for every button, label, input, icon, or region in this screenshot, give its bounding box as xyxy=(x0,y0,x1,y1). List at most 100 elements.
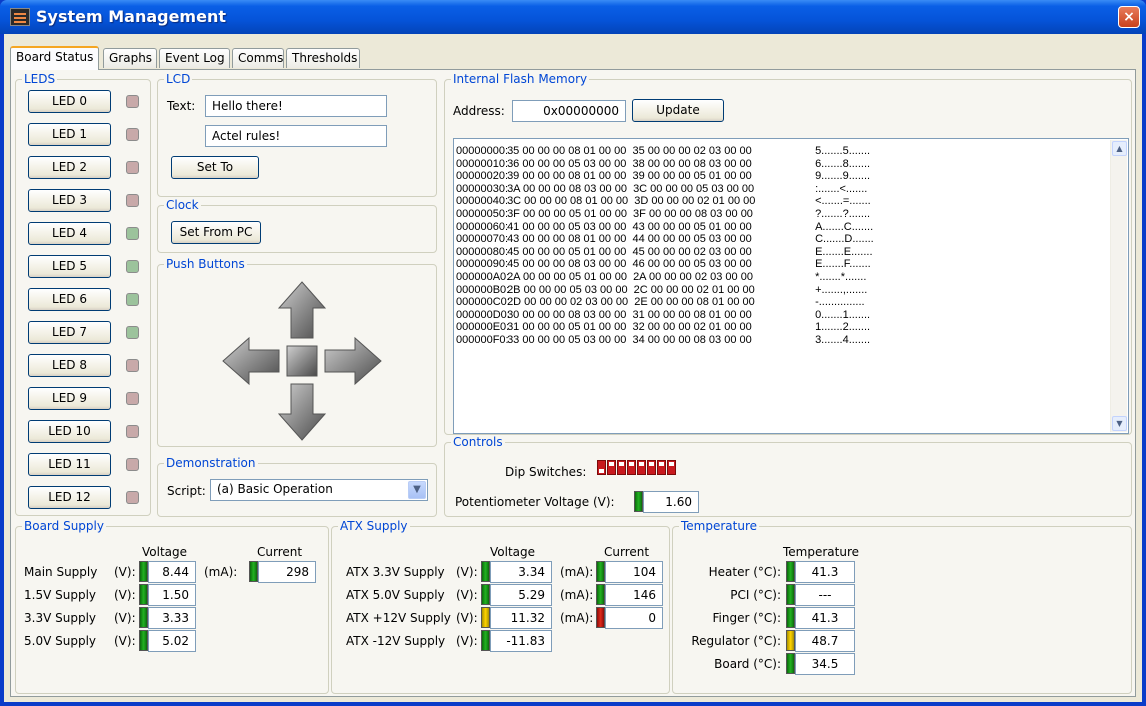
address-input[interactable]: 0x00000000 xyxy=(512,100,626,122)
dip-switch-2[interactable] xyxy=(617,460,626,475)
tab-comms[interactable]: Comms xyxy=(232,48,284,68)
hex-line: 00000060: 41 00 00 00 05 03 00 00 43 00 … xyxy=(456,221,874,234)
hex-ascii: 5.......5....... xyxy=(815,145,871,157)
address-label: Address: xyxy=(453,104,505,118)
vertical-scrollbar[interactable]: ▲ ▼ xyxy=(1110,140,1127,432)
center-square-icon[interactable] xyxy=(286,345,318,377)
led-button-11[interactable]: LED 11 xyxy=(28,453,111,476)
dip-switch-5[interactable] xyxy=(647,460,656,475)
atx-voltage-value: 11.32 xyxy=(490,607,552,629)
board-supply-unit: (V): xyxy=(114,611,136,625)
dip-switch-4[interactable] xyxy=(637,460,646,475)
atx-current-indicator xyxy=(596,607,605,628)
led-indicator-4 xyxy=(126,227,139,240)
hex-bytes: 3C 00 00 00 08 01 00 00 3D 00 00 00 02 0… xyxy=(507,195,756,208)
pot-voltage-value: 1.60 xyxy=(643,491,699,513)
led-button-7[interactable]: LED 7 xyxy=(28,321,111,344)
scroll-down-icon[interactable]: ▼ xyxy=(1112,416,1127,431)
board-current-unit: (mA): xyxy=(204,565,238,579)
hex-dump-view[interactable]: 00000000: 35 00 00 00 08 01 00 00 35 00 … xyxy=(453,138,1129,434)
board-voltage-header: Voltage xyxy=(142,545,188,559)
hex-line: 00000030: 3A 00 00 00 08 03 00 00 3C 00 … xyxy=(456,183,874,196)
set-to-button[interactable]: Set To xyxy=(171,156,259,179)
dip-switch-3[interactable] xyxy=(627,460,636,475)
tab-event-log[interactable]: Event Log xyxy=(159,48,230,68)
hex-ascii: E.......E....... xyxy=(815,245,873,258)
led-button-12[interactable]: LED 12 xyxy=(28,486,111,509)
board-supply-group: Board Supply Voltage Current Main Supply… xyxy=(15,519,329,694)
tab-board-status[interactable]: Board Status xyxy=(10,46,99,70)
hex-ascii: 0.......1....... xyxy=(815,308,871,321)
temperature-indicator xyxy=(786,584,795,605)
set-from-pc-button[interactable]: Set From PC xyxy=(171,221,261,244)
hex-address: 000000B0: xyxy=(456,283,510,296)
led-button-0[interactable]: LED 0 xyxy=(28,90,111,113)
atx-current-value: 0 xyxy=(605,607,663,629)
leds-group-title: LEDS xyxy=(22,72,58,86)
led-button-9[interactable]: LED 9 xyxy=(28,387,111,410)
atx-current-unit: (mA): xyxy=(560,565,594,579)
atx-supply-group: ATX Supply Voltage Current ATX 3.3V Supp… xyxy=(331,519,670,694)
led-button-3[interactable]: LED 3 xyxy=(28,189,111,212)
atx-supply-unit: (V): xyxy=(456,634,478,648)
atx-voltage-value: 5.29 xyxy=(490,584,552,606)
hex-ascii: 3.......4....... xyxy=(815,333,871,346)
tab-thresholds[interactable]: Thresholds xyxy=(286,48,360,68)
led-indicator-11 xyxy=(126,458,139,471)
arrow-right-icon[interactable] xyxy=(324,336,382,386)
temperature-label: Regulator (°C): xyxy=(691,634,781,648)
dip-switch-0[interactable] xyxy=(597,460,606,475)
atx-voltage-indicator xyxy=(481,630,490,651)
temperature-indicator xyxy=(786,607,795,628)
led-button-2[interactable]: LED 2 xyxy=(28,156,111,179)
hex-ascii: A.......C....... xyxy=(815,220,874,233)
hex-address: 00000030: xyxy=(456,182,508,195)
dip-switch-7[interactable] xyxy=(667,460,676,475)
hex-line: 000000C0: 2D 00 00 00 02 03 00 00 2E 00 … xyxy=(456,296,874,309)
hex-line: 000000B0: 2B 00 00 00 05 03 00 00 2C 00 … xyxy=(456,284,874,297)
dip-switch-6[interactable] xyxy=(657,460,666,475)
dip-switches-label: Dip Switches: xyxy=(505,465,587,479)
hex-line: 00000010: 36 00 00 00 05 03 00 00 38 00 … xyxy=(456,158,874,171)
led-button-10[interactable]: LED 10 xyxy=(28,420,111,443)
board-supply-label: 1.5V Supply xyxy=(24,588,96,602)
hex-ascii: 9.......9....... xyxy=(815,170,871,183)
lcd-line1-input[interactable]: Hello there! xyxy=(205,95,387,117)
update-button[interactable]: Update xyxy=(632,99,724,122)
board-supply-indicator xyxy=(139,584,148,605)
led-button-5[interactable]: LED 5 xyxy=(28,255,111,278)
hex-line: 00000000: 35 00 00 00 08 01 00 00 35 00 … xyxy=(456,145,874,158)
atx-current-indicator xyxy=(596,561,605,582)
chevron-down-icon[interactable]: ▼ xyxy=(408,481,426,499)
arrow-up-icon[interactable] xyxy=(277,281,327,339)
atx-current-unit: (mA): xyxy=(560,611,594,625)
led-indicator-12 xyxy=(126,491,139,504)
hex-line: 000000F0: 33 00 00 00 05 03 00 00 34 00 … xyxy=(456,334,874,347)
scroll-up-icon[interactable]: ▲ xyxy=(1112,141,1127,156)
atx-current-header: Current xyxy=(604,545,650,559)
board-supply-unit: (V): xyxy=(114,634,136,648)
board-supply-label: 3.3V Supply xyxy=(24,611,96,625)
board-supply-unit: (V): xyxy=(114,565,136,579)
led-button-4[interactable]: LED 4 xyxy=(28,222,111,245)
hex-line: 00000040: 3C 00 00 00 08 01 00 00 3D 00 … xyxy=(456,195,874,208)
hex-line: 000000A0: 2A 00 00 00 05 01 00 00 2A 00 … xyxy=(456,271,874,284)
atx-current-indicator xyxy=(596,584,605,605)
title-bar[interactable]: System Management × xyxy=(0,0,1146,34)
close-button[interactable]: × xyxy=(1118,6,1140,28)
led-button-1[interactable]: LED 1 xyxy=(28,123,111,146)
app-icon xyxy=(10,8,30,26)
script-select[interactable]: (a) Basic Operation ▼ xyxy=(210,479,428,501)
lcd-line2-input[interactable]: Actel rules! xyxy=(205,125,387,147)
hex-address: 00000010: xyxy=(456,157,508,170)
atx-supply-group-title: ATX Supply xyxy=(338,519,410,533)
dip-switch-1[interactable] xyxy=(607,460,616,475)
led-button-6[interactable]: LED 6 xyxy=(28,288,111,311)
led-button-8[interactable]: LED 8 xyxy=(28,354,111,377)
tab-graphs[interactable]: Graphs xyxy=(103,48,157,68)
arrow-down-icon[interactable] xyxy=(277,383,327,441)
arrow-left-icon[interactable] xyxy=(222,336,280,386)
hex-lines: 00000000: 35 00 00 00 08 01 00 00 35 00 … xyxy=(456,145,874,347)
board-supply-value: 3.33 xyxy=(148,607,196,629)
hex-address: 00000020: xyxy=(456,170,508,183)
